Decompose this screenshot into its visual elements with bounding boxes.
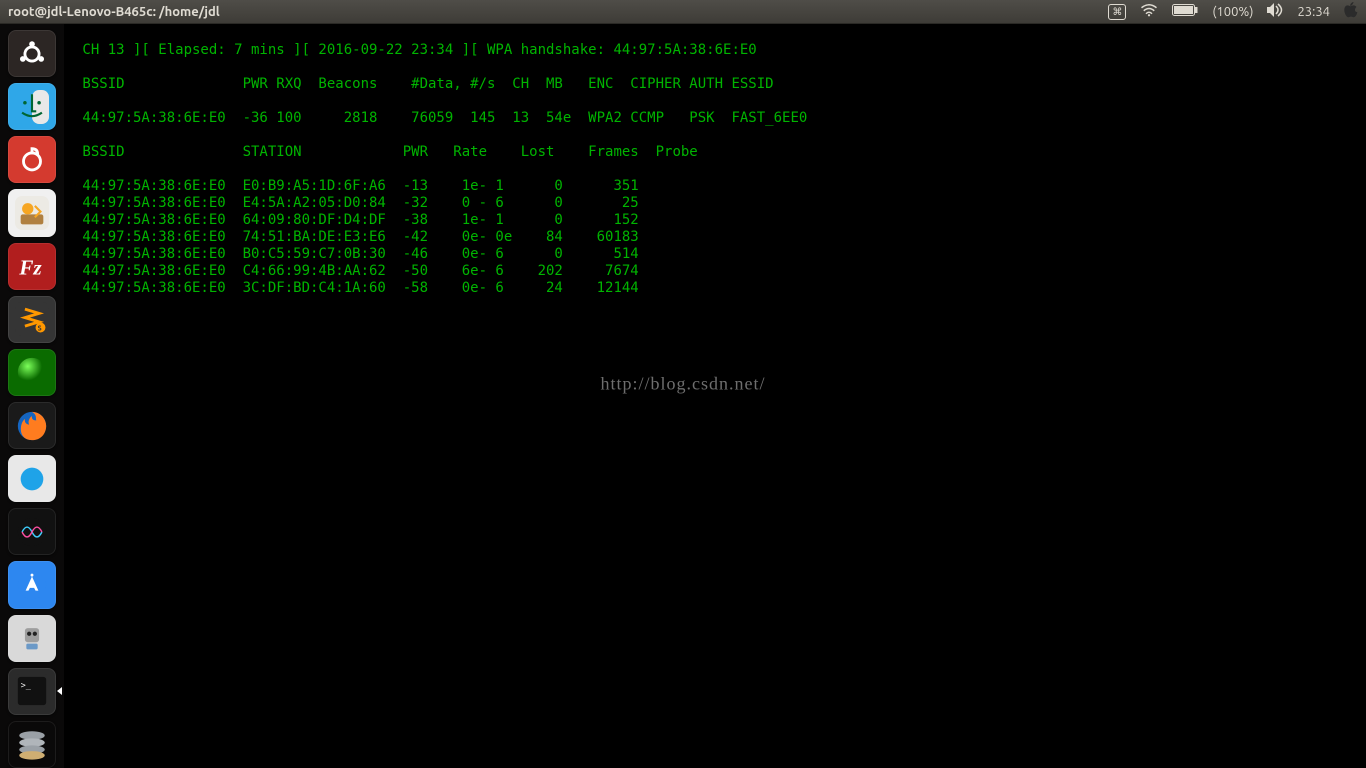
clock[interactable]: 23:34 (1297, 5, 1330, 19)
window-title: root@jdl-Lenovo-B465c: /home/jdl (8, 5, 220, 19)
svg-text:Fz: Fz (18, 256, 42, 280)
battery-icon[interactable] (1172, 4, 1198, 19)
dock-disk-stack[interactable] (8, 721, 56, 768)
dock-green-orb[interactable] (8, 349, 56, 396)
dock-netease-music[interactable] (8, 136, 56, 183)
indicator-area: ⌘ (100%) 23:34 (1108, 2, 1358, 21)
dock-safari[interactable] (8, 455, 56, 502)
launcher-dock: Fz S >_ (0, 24, 64, 768)
dock-automator[interactable] (8, 615, 56, 662)
terminal-output[interactable]: CH 13 ][ Elapsed: 7 mins ][ 2016-09-22 2… (64, 24, 1366, 768)
keyboard-indicator-icon[interactable]: ⌘ (1108, 4, 1126, 20)
apple-icon[interactable] (1344, 2, 1358, 21)
svg-text:>_: >_ (21, 681, 32, 691)
dock-ubuntu-dash[interactable] (8, 30, 56, 77)
dock-filezilla[interactable]: Fz (8, 243, 56, 290)
dock-terminal[interactable]: >_ (8, 668, 56, 715)
menubar: root@jdl-Lenovo-B465c: /home/jdl ⌘ (100%… (0, 0, 1366, 24)
dock-app-store[interactable] (8, 561, 56, 608)
battery-percent: (100%) (1212, 5, 1253, 19)
dock-finder[interactable] (8, 83, 56, 130)
dock-sublime-text[interactable]: S (8, 296, 56, 343)
volume-icon[interactable] (1267, 3, 1283, 20)
wifi-icon[interactable] (1140, 3, 1158, 20)
dock-siri[interactable] (8, 508, 56, 555)
svg-text:S: S (38, 325, 42, 333)
dock-firefox[interactable] (8, 402, 56, 449)
dock-software-updater[interactable] (8, 189, 56, 236)
